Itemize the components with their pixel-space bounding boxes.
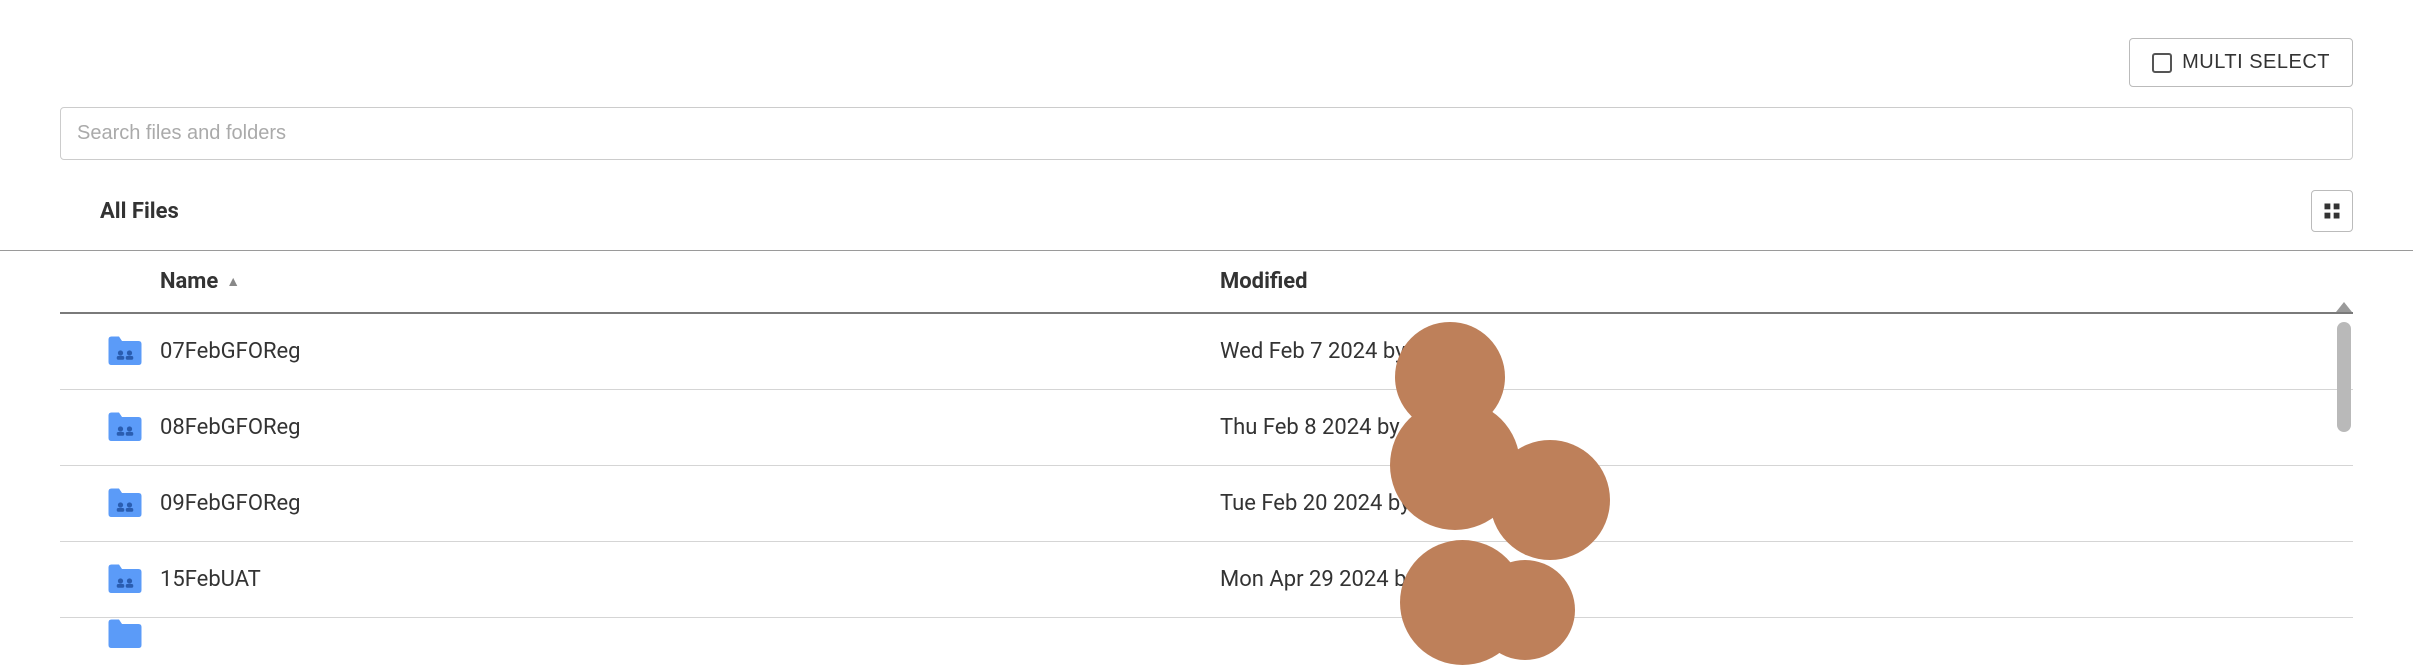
- file-table: Name ▲ Modified 07FebGFOReg Wed Feb 7 20…: [0, 251, 2413, 648]
- file-name: 15FebUAT: [160, 567, 1120, 592]
- file-modified: Thu Feb 8 2024 by: [1120, 415, 1400, 440]
- scroll-up-arrow-icon[interactable]: [2336, 302, 2352, 312]
- shared-folder-icon: [107, 335, 143, 369]
- grid-view-icon: [2322, 201, 2342, 221]
- table-row[interactable]: 09FebGFOReg Tue Feb 20 2024 by MU -: [60, 466, 2353, 542]
- shared-folder-icon: [107, 563, 143, 597]
- table-row[interactable]: 08FebGFOReg Thu Feb 8 2024 by: [60, 390, 2353, 466]
- file-name: 09FebGFOReg: [160, 491, 1120, 516]
- redaction-blob: [1490, 440, 1610, 560]
- multi-select-label: MULTI SELECT: [2182, 51, 2330, 74]
- multi-select-button[interactable]: MULTI SELECT: [2129, 38, 2353, 87]
- scrollbar-thumb[interactable]: [2337, 322, 2351, 432]
- column-header-modified[interactable]: Modified: [1120, 269, 1308, 294]
- file-name: 07FebGFOReg: [160, 339, 1120, 364]
- column-header-name[interactable]: Name ▲: [60, 269, 1120, 294]
- redaction-blob: [1475, 560, 1575, 660]
- breadcrumb-all-files[interactable]: All Files: [100, 199, 179, 224]
- shared-folder-icon: [107, 618, 143, 648]
- table-header: Name ▲ Modified: [60, 251, 2353, 314]
- shared-folder-icon: [107, 487, 143, 521]
- search-input[interactable]: [60, 107, 2353, 160]
- file-modified: Mon Apr 29 2024 by: [1120, 567, 1417, 592]
- table-body: 07FebGFOReg Wed Feb 7 2024 by 08FebGFORe…: [60, 314, 2353, 648]
- checkbox-outline-icon: [2152, 53, 2172, 73]
- column-header-name-label: Name: [160, 269, 218, 294]
- file-name: 08FebGFOReg: [160, 415, 1120, 440]
- grid-view-toggle[interactable]: [2311, 190, 2353, 232]
- shared-folder-icon: [107, 411, 143, 445]
- table-row[interactable]: [60, 618, 2353, 648]
- table-row[interactable]: 07FebGFOReg Wed Feb 7 2024 by: [60, 314, 2353, 390]
- column-header-modified-label: Modified: [1220, 269, 1308, 294]
- file-modified: Wed Feb 7 2024 by: [1120, 339, 1406, 364]
- table-row[interactable]: 15FebUAT Mon Apr 29 2024 by: [60, 542, 2353, 618]
- sort-asc-icon: ▲: [226, 273, 240, 290]
